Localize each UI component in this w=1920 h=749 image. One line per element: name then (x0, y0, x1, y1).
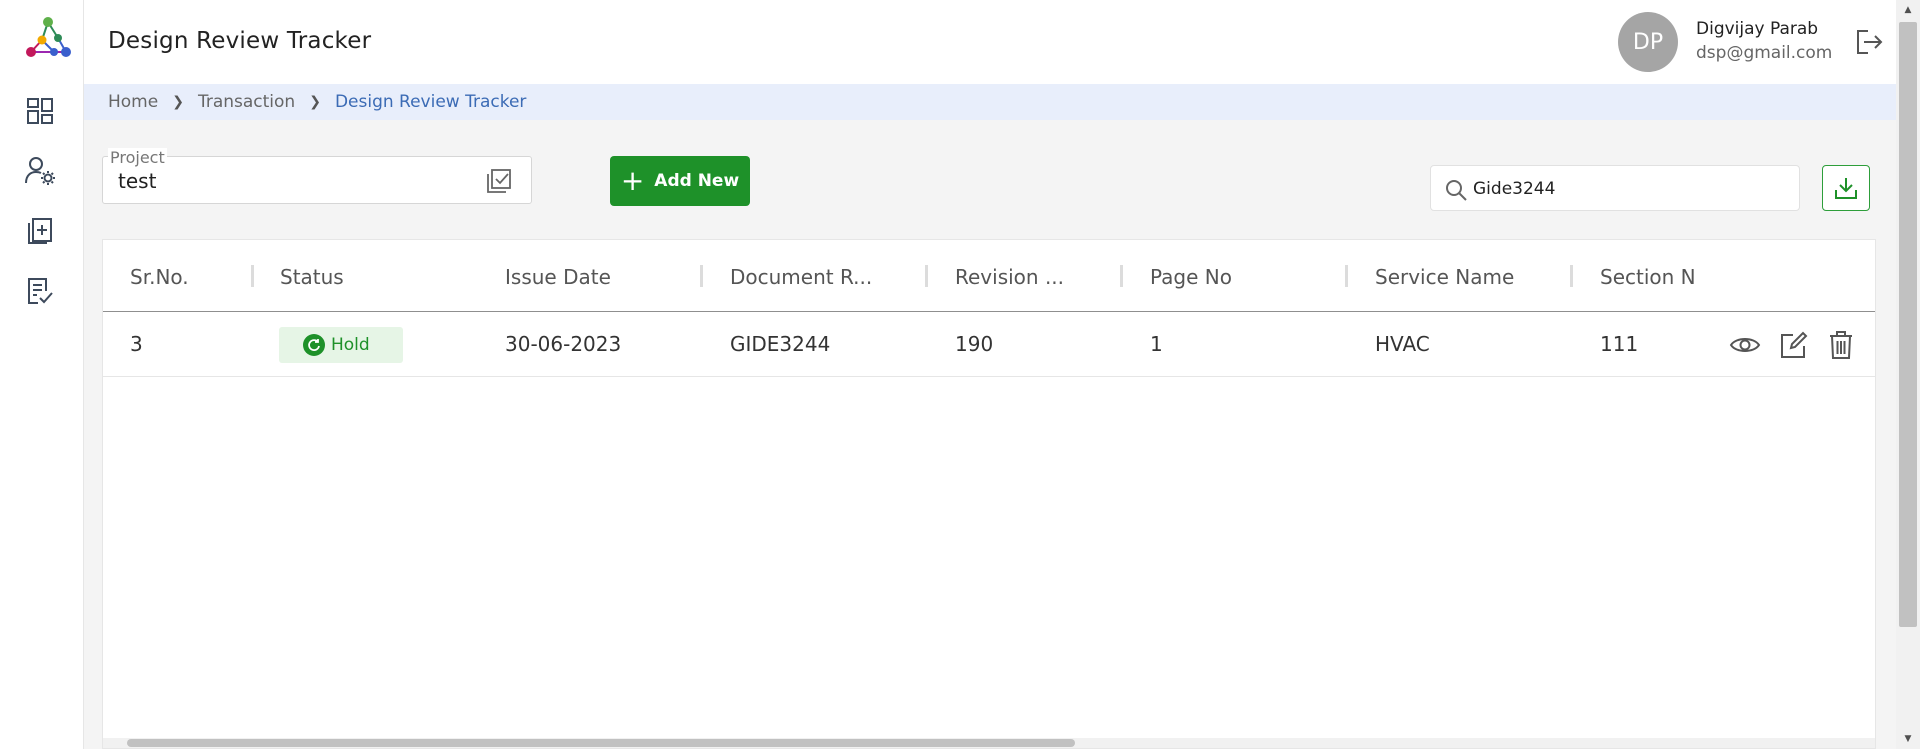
column-header-document-ref[interactable]: Document R... (730, 265, 872, 289)
cell-page-no: 1 (1150, 332, 1163, 356)
app-logo[interactable] (22, 14, 74, 62)
table-row[interactable]: 3 Hold 30-06-2023 GIDE3244 190 1 HVAC 11… (103, 313, 1875, 377)
column-resizer[interactable] (1345, 265, 1348, 287)
plus-icon: + (620, 164, 645, 197)
column-header-revision[interactable]: Revision ... (955, 265, 1064, 289)
add-new-label: Add New (654, 171, 740, 191)
status-badge: Hold (279, 327, 403, 363)
chevron-right-icon: ❯ (309, 94, 321, 110)
avatar[interactable]: DP (1618, 12, 1678, 72)
cell-revision: 190 (955, 332, 994, 356)
breadcrumb-current: Design Review Tracker (334, 92, 527, 112)
column-header-issue-date[interactable]: Issue Date (505, 265, 611, 289)
data-table: Sr.No. Status Issue Date Document R... R… (102, 239, 1876, 749)
user-email: dsp@gmail.com (1696, 43, 1833, 63)
search-box (1430, 165, 1800, 211)
horizontal-scrollbar[interactable] (103, 738, 1875, 748)
view-icon[interactable] (1728, 329, 1762, 361)
column-resizer[interactable] (1570, 265, 1573, 287)
dashboard-icon[interactable] (24, 95, 56, 127)
user-settings-icon[interactable] (24, 155, 56, 187)
search-input[interactable] (1473, 176, 1783, 202)
page-title: Design Review Tracker (108, 28, 372, 54)
project-label: Project (108, 148, 167, 167)
download-icon (1835, 178, 1857, 199)
status-label: Hold (331, 335, 370, 355)
delete-icon[interactable] (1824, 329, 1858, 361)
document-add-icon[interactable] (24, 215, 56, 247)
add-new-button[interactable]: + Add New (610, 156, 750, 206)
chevron-right-icon: ❯ (172, 94, 184, 110)
column-header-sr-no[interactable]: Sr.No. (130, 265, 189, 289)
hold-status-icon (303, 334, 325, 356)
column-header-status[interactable]: Status (280, 265, 344, 289)
breadcrumb-transaction[interactable]: Transaction (198, 92, 295, 112)
cell-service-name: HVAC (1375, 332, 1430, 356)
user-name: Digvijay Parab (1696, 19, 1819, 39)
edit-icon[interactable] (1777, 329, 1811, 361)
column-resizer[interactable] (700, 265, 703, 287)
project-value: test (118, 169, 157, 193)
scroll-up-arrow[interactable]: ▲ (1896, 0, 1920, 20)
column-header-page-no[interactable]: Page No (1150, 265, 1232, 289)
column-resizer[interactable] (925, 265, 928, 287)
search-icon (1446, 180, 1467, 201)
vertical-scrollbar-thumb[interactable] (1899, 22, 1917, 627)
cell-issue-date: 30-06-2023 (505, 332, 622, 356)
column-header-section-no[interactable]: Section N (1600, 265, 1700, 289)
column-resizer[interactable] (251, 265, 254, 287)
vertical-scrollbar[interactable]: ▲ ▼ (1896, 0, 1920, 749)
cell-sr-no: 3 (130, 332, 143, 356)
column-header-service-name[interactable]: Service Name (1375, 265, 1514, 289)
download-button[interactable] (1822, 165, 1870, 211)
breadcrumb-home[interactable]: Home (108, 92, 158, 112)
table-header: Sr.No. Status Issue Date Document R... R… (103, 240, 1875, 312)
breadcrumb: Home ❯ Transaction ❯ Design Review Track… (84, 84, 1896, 120)
cell-document-ref: GIDE3244 (730, 332, 831, 356)
cell-section-no: 111 (1600, 332, 1639, 356)
column-resizer[interactable] (1120, 265, 1123, 287)
logout-icon[interactable] (1854, 28, 1884, 56)
sidebar (0, 0, 84, 749)
document-check-icon[interactable] (24, 275, 56, 307)
top-header: Design Review Tracker DP Digvijay Parab … (84, 0, 1896, 84)
scroll-down-arrow[interactable]: ▼ (1896, 729, 1920, 749)
checklist-icon[interactable] (485, 167, 513, 195)
horizontal-scrollbar-thumb[interactable] (127, 739, 1075, 747)
